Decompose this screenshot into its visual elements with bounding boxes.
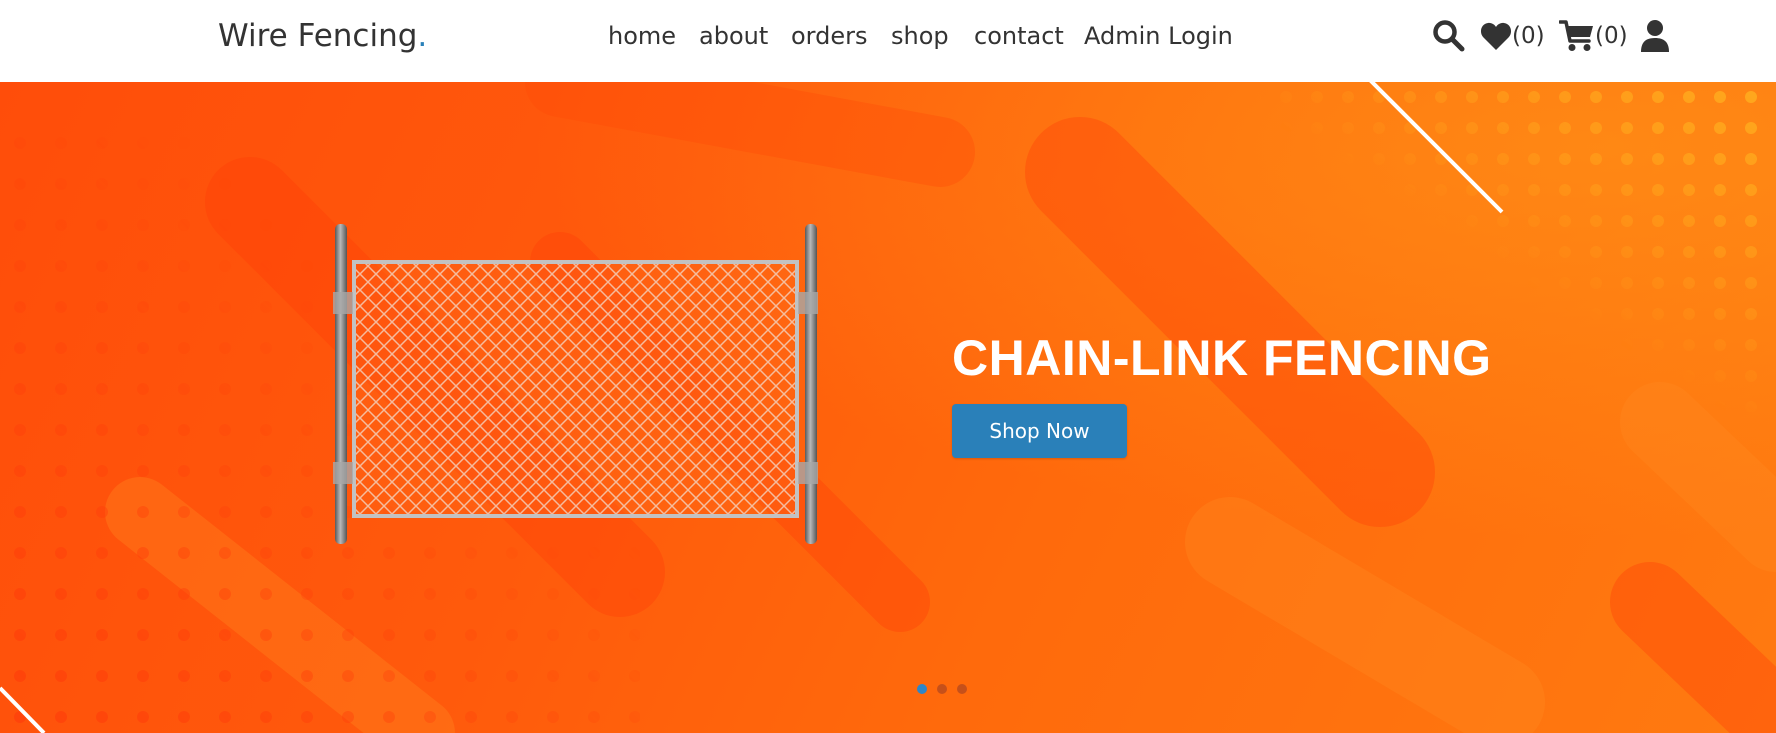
hero-slider: CHAIN-LINK FENCING Shop Now xyxy=(0,82,1776,733)
search-button[interactable] xyxy=(1432,14,1466,58)
slider-dot-2[interactable] xyxy=(937,684,947,694)
user-button[interactable] xyxy=(1641,14,1669,58)
wishlist-button[interactable]: (0) xyxy=(1480,14,1545,58)
slider-dot-1[interactable] xyxy=(917,684,927,694)
cart-count: (0) xyxy=(1595,23,1628,49)
nav-contact[interactable]: contact xyxy=(974,18,1064,54)
hero-headline: CHAIN-LINK FENCING xyxy=(952,330,1492,386)
nav-admin-login[interactable]: Admin Login xyxy=(1084,18,1233,54)
nav-shop[interactable]: shop xyxy=(891,18,949,54)
shop-now-button[interactable]: Shop Now xyxy=(952,404,1127,458)
cart-button[interactable]: (0) xyxy=(1559,14,1628,58)
wishlist-count: (0) xyxy=(1512,23,1545,49)
hero-background xyxy=(0,82,1776,733)
site-logo[interactable]: Wire Fencing. xyxy=(218,16,427,56)
nav-about[interactable]: about xyxy=(699,18,768,54)
cart-icon xyxy=(1559,20,1593,51)
site-header: Wire Fencing. home about orders shop con… xyxy=(0,0,1776,82)
logo-dot: . xyxy=(417,18,428,54)
nav-orders[interactable]: orders xyxy=(791,18,868,54)
user-icon xyxy=(1641,20,1669,52)
logo-text: Wire Fencing xyxy=(218,18,418,54)
slider-dot-3[interactable] xyxy=(957,684,967,694)
nav-home[interactable]: home xyxy=(608,18,676,54)
fence-panel-image xyxy=(333,224,818,544)
heart-icon xyxy=(1480,22,1512,50)
search-icon xyxy=(1433,20,1465,52)
